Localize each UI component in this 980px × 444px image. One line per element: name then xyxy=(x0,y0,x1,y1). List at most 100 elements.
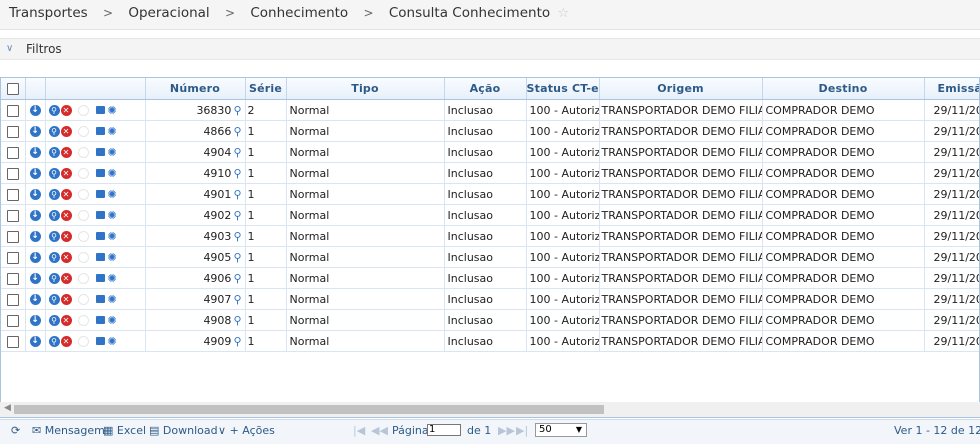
search-icon[interactable]: ⚲ xyxy=(233,251,241,264)
table-row[interactable]: ↓⚲✕✺⚲49081NormalInclusao100 - Autorizado… xyxy=(1,309,979,331)
print-icon[interactable] xyxy=(95,190,105,199)
settings-icon[interactable]: ✺ xyxy=(108,272,117,285)
excel-button[interactable]: ▦ Excel xyxy=(103,424,146,437)
breadcrumb-item-transportes[interactable]: Transportes xyxy=(9,5,88,21)
print-icon[interactable] xyxy=(95,106,105,115)
row-checkbox[interactable] xyxy=(6,230,19,243)
download-icon[interactable]: ↓ xyxy=(29,147,41,158)
view-icon[interactable]: ⚲ xyxy=(48,272,60,284)
row-checkbox[interactable] xyxy=(6,188,19,201)
search-icon[interactable]: ⚲ xyxy=(233,209,241,222)
table-row[interactable]: ↓⚲✕✺⚲49091NormalInclusao100 - Autorizado… xyxy=(1,330,979,352)
download-icon[interactable]: ↓ xyxy=(29,105,41,116)
acoes-button[interactable]: ∨ + Ações xyxy=(218,424,275,437)
view-icon[interactable]: ⚲ xyxy=(48,188,60,200)
view-icon[interactable]: ⚲ xyxy=(48,335,60,347)
search-icon[interactable]: ⚲ xyxy=(233,125,241,138)
view-icon[interactable]: ⚲ xyxy=(48,209,60,221)
cancel-icon[interactable]: ✕ xyxy=(60,188,72,200)
table-row[interactable]: ↓⚲✕✺⚲49031NormalInclusao100 - Autorizado… xyxy=(1,225,979,247)
search-icon[interactable]: ⚲ xyxy=(233,146,241,159)
cancel-icon[interactable]: ✕ xyxy=(60,272,72,284)
view-icon[interactable]: ⚲ xyxy=(48,251,60,263)
print-icon[interactable] xyxy=(95,211,105,220)
prev-page-icon[interactable]: ◀◀ xyxy=(371,424,388,437)
search-icon[interactable]: ⚲ xyxy=(233,167,241,180)
settings-icon[interactable]: ✺ xyxy=(108,167,117,180)
row-checkbox[interactable] xyxy=(6,167,19,180)
view-icon[interactable]: ⚲ xyxy=(48,314,60,326)
print-icon[interactable] xyxy=(95,295,105,304)
cancel-icon[interactable]: ✕ xyxy=(60,335,72,347)
settings-icon[interactable]: ✺ xyxy=(108,251,117,264)
search-icon[interactable]: ⚲ xyxy=(233,335,241,348)
horizontal-scrollbar[interactable]: ◀ xyxy=(0,402,980,417)
row-checkbox[interactable] xyxy=(6,335,19,348)
cancel-icon[interactable]: ✕ xyxy=(60,125,72,137)
search-icon[interactable]: ⚲ xyxy=(233,188,241,201)
table-row[interactable]: ↓⚲✕✺⚲49071NormalInclusao100 - Autorizado… xyxy=(1,288,979,310)
table-row[interactable]: ↓⚲✕✺⚲49061NormalInclusao100 - Autorizado… xyxy=(1,267,979,289)
header-origem[interactable]: Origem xyxy=(599,78,763,100)
row-checkbox[interactable] xyxy=(6,104,19,117)
cancel-icon[interactable]: ✕ xyxy=(60,251,72,263)
download-icon[interactable]: ↓ xyxy=(29,273,41,284)
header-acao[interactable]: Ação xyxy=(444,78,527,100)
search-icon[interactable]: ⚲ xyxy=(233,104,241,117)
header-status-cte[interactable]: Status CT-e xyxy=(526,78,600,100)
download-icon[interactable]: ↓ xyxy=(29,294,41,305)
print-icon[interactable] xyxy=(95,274,105,283)
last-page-icon[interactable]: ▶| xyxy=(516,424,528,437)
row-checkbox[interactable] xyxy=(6,272,19,285)
header-serie[interactable]: Série xyxy=(245,78,287,100)
first-page-icon[interactable]: |◀ xyxy=(353,424,365,437)
print-icon[interactable] xyxy=(95,316,105,325)
settings-icon[interactable]: ✺ xyxy=(108,335,117,348)
search-icon[interactable]: ⚲ xyxy=(233,314,241,327)
mensagem-button[interactable]: ✉ Mensagem xyxy=(32,424,105,437)
print-icon[interactable] xyxy=(95,169,105,178)
search-icon[interactable]: ⚲ xyxy=(233,230,241,243)
row-checkbox[interactable] xyxy=(6,125,19,138)
row-checkbox[interactable] xyxy=(6,209,19,222)
print-icon[interactable] xyxy=(95,337,105,346)
select-all-checkbox[interactable] xyxy=(6,83,19,95)
view-icon[interactable]: ⚲ xyxy=(48,230,60,242)
cancel-icon[interactable]: ✕ xyxy=(60,209,72,221)
cancel-icon[interactable]: ✕ xyxy=(60,230,72,242)
view-icon[interactable]: ⚲ xyxy=(48,167,60,179)
settings-icon[interactable]: ✺ xyxy=(108,188,117,201)
view-icon[interactable]: ⚲ xyxy=(48,146,60,158)
page-size-select[interactable]: 50 ▼ xyxy=(535,423,587,437)
table-row[interactable]: ↓⚲✕✺⚲49021NormalInclusao100 - Autorizado… xyxy=(1,204,979,226)
table-row[interactable]: ↓⚲✕✺⚲49101NormalInclusao100 - Autorizado… xyxy=(1,162,979,184)
print-icon[interactable] xyxy=(95,127,105,136)
download-icon[interactable]: ↓ xyxy=(29,231,41,242)
breadcrumb-item-operacional[interactable]: Operacional xyxy=(128,5,209,21)
cancel-icon[interactable]: ✕ xyxy=(60,314,72,326)
scroll-left-icon[interactable]: ◀ xyxy=(4,403,11,413)
chevron-down-icon[interactable]: ∨ xyxy=(6,39,13,59)
settings-icon[interactable]: ✺ xyxy=(108,314,117,327)
table-row[interactable]: ↓⚲✕✺⚲49041NormalInclusao100 - Autorizado… xyxy=(1,141,979,163)
settings-icon[interactable]: ✺ xyxy=(108,104,117,117)
settings-icon[interactable]: ✺ xyxy=(108,146,117,159)
download-icon[interactable]: ↓ xyxy=(29,126,41,137)
row-checkbox[interactable] xyxy=(6,251,19,264)
cancel-icon[interactable]: ✕ xyxy=(60,104,72,116)
print-icon[interactable] xyxy=(95,253,105,262)
settings-icon[interactable]: ✺ xyxy=(108,209,117,222)
scrollbar-thumb[interactable] xyxy=(14,405,604,414)
print-icon[interactable] xyxy=(95,148,105,157)
search-icon[interactable]: ⚲ xyxy=(233,272,241,285)
download-icon[interactable]: ↓ xyxy=(29,168,41,179)
download-button[interactable]: ▤ Download xyxy=(149,424,218,437)
refresh-icon[interactable]: ⟳ xyxy=(11,424,20,437)
cancel-icon[interactable]: ✕ xyxy=(60,146,72,158)
download-icon[interactable]: ↓ xyxy=(29,210,41,221)
row-checkbox[interactable] xyxy=(6,293,19,306)
view-icon[interactable]: ⚲ xyxy=(48,104,60,116)
row-checkbox[interactable] xyxy=(6,314,19,327)
download-icon[interactable]: ↓ xyxy=(29,189,41,200)
print-icon[interactable] xyxy=(95,232,105,241)
